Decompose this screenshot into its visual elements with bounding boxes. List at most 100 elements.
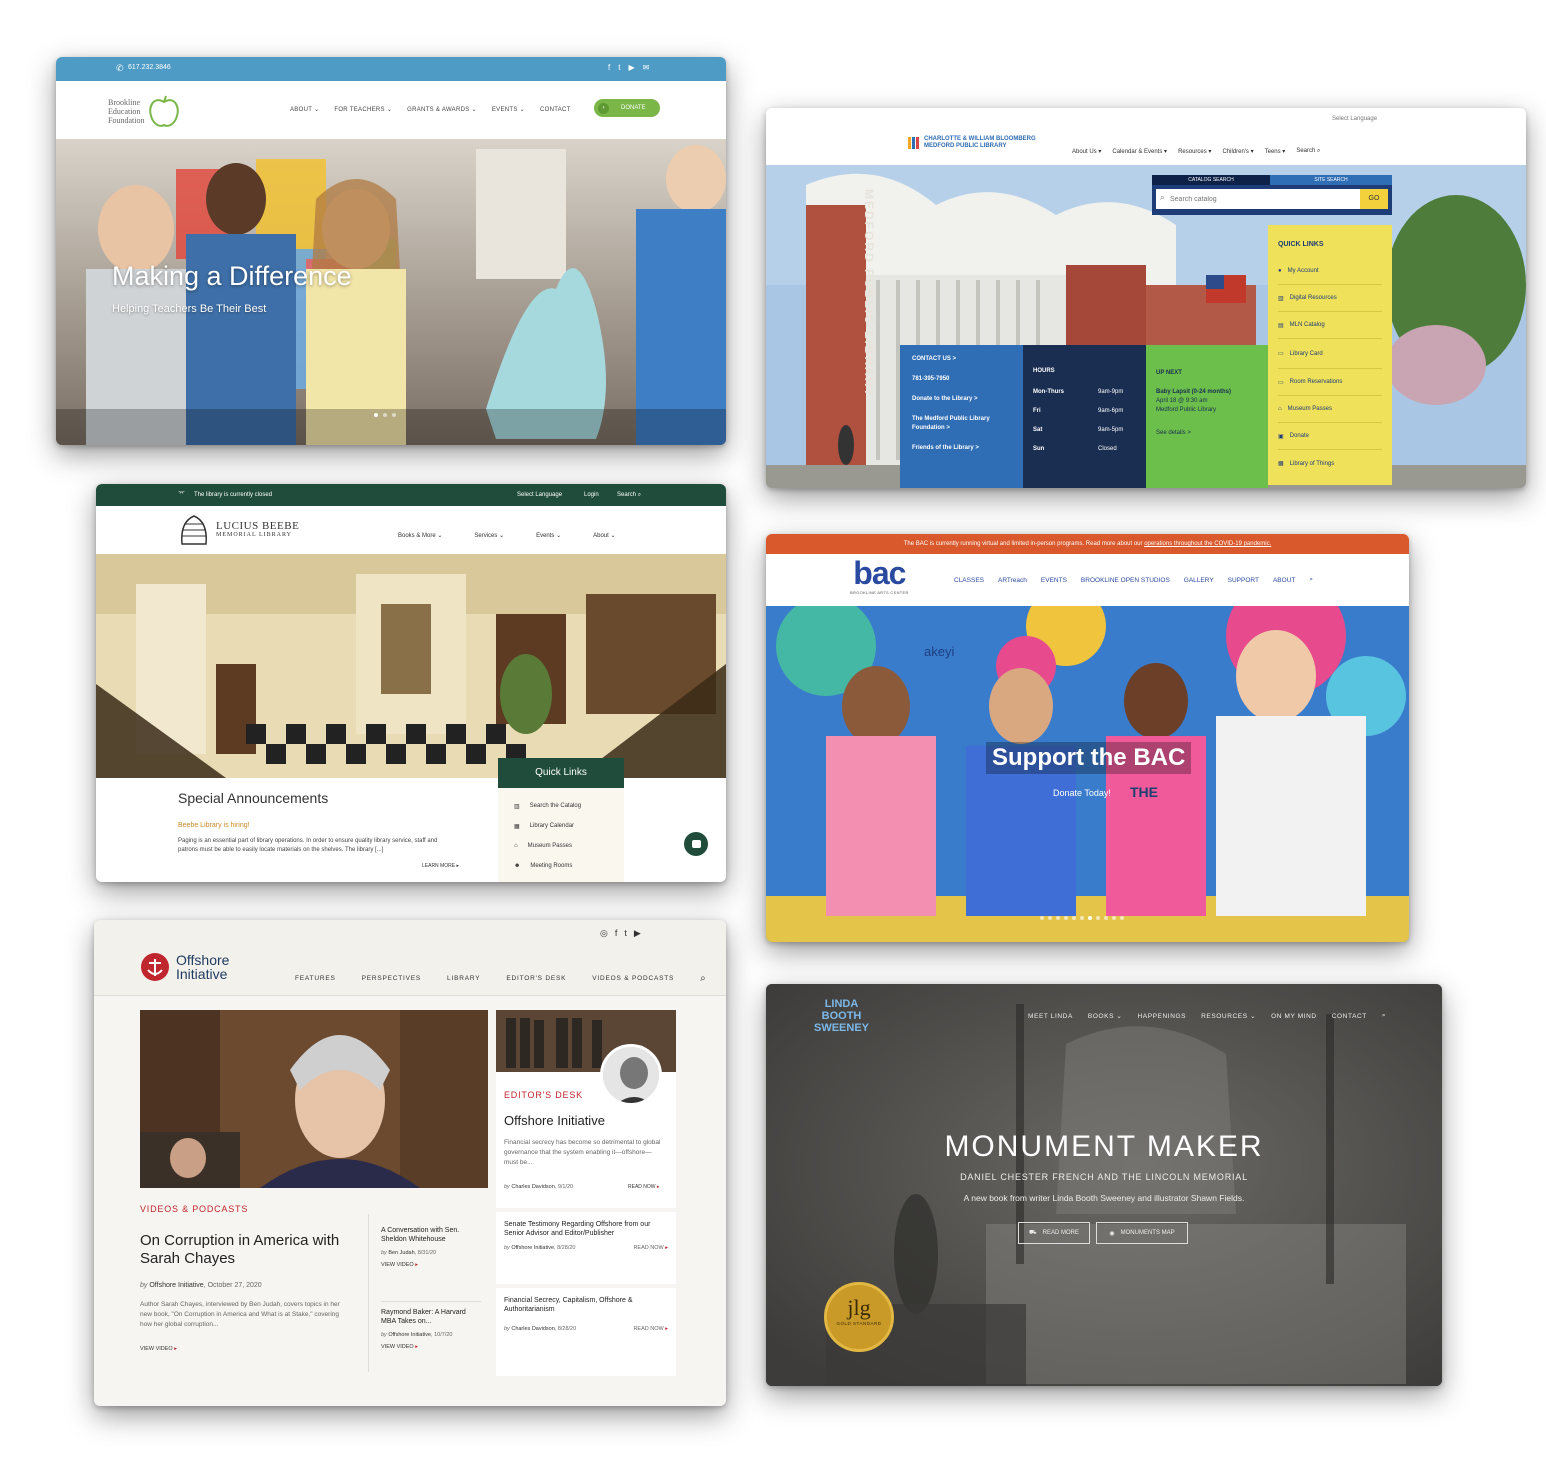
read-now-link[interactable]: READ NOW ▸ <box>633 1245 668 1251</box>
donate-library-link[interactable]: Donate to the Library > <box>912 395 1011 404</box>
youtube-icon[interactable]: ▶ <box>628 63 634 72</box>
nav-support[interactable]: SUPPORT <box>1228 577 1259 584</box>
chat-button[interactable] <box>684 832 708 856</box>
monuments-map-button[interactable]: ◉ MONUMENTS MAP <box>1096 1222 1188 1244</box>
feature-view-video[interactable]: VIEW VIDEO ▸ <box>140 1346 177 1352</box>
side-article[interactable]: Raymond Baker: A Harvard MBA Takes on...… <box>381 1302 481 1350</box>
nav-calendar-events[interactable]: Calendar & Events ▾ <box>1112 148 1167 155</box>
bef-logo[interactable]: Brookline Education Foundation <box>108 90 179 132</box>
nav-contact[interactable]: CONTACT <box>1332 1013 1367 1020</box>
quick-link-donate[interactable]: ▣ Donate <box>1278 423 1382 450</box>
medford-select-language[interactable]: Select Language <box>1332 116 1377 122</box>
quick-link-meeting-rooms[interactable]: ☻ Meeting Rooms <box>514 856 608 876</box>
nav-happenings[interactable]: HAPPENINGS <box>1137 1013 1186 1020</box>
nav-open-studios[interactable]: BROOKLINE OPEN STUDIOS <box>1081 577 1170 584</box>
quick-link-search-catalog[interactable]: ▥ Search the Catalog <box>514 796 608 816</box>
side-article-title[interactable]: A Conversation with Sen. Sheldon Whiteho… <box>381 1226 481 1244</box>
nav-for-teachers[interactable]: FOR TEACHERS ⌄ <box>334 106 392 113</box>
nav-gallery[interactable]: GALLERY <box>1184 577 1214 584</box>
upnext-event[interactable]: Baby Lapsit (0-24 months) <box>1156 388 1258 397</box>
tab-catalog-search[interactable]: CATALOG SEARCH <box>1152 175 1270 185</box>
nav-contact[interactable]: CONTACT <box>540 107 571 113</box>
feature-title[interactable]: On Corruption in America with Sarah Chay… <box>140 1232 360 1268</box>
nav-editors-desk[interactable]: EDITOR'S DESK <box>506 975 566 982</box>
learn-more-link[interactable]: LEARN MORE ▸ <box>422 863 478 869</box>
nav-teens[interactable]: Teens ▾ <box>1265 148 1286 155</box>
feature-category[interactable]: VIDEOS & PODCASTS <box>140 1204 248 1214</box>
nav-videos-podcasts[interactable]: VIDEOS & PODCASTS <box>592 975 674 982</box>
beebe-logo[interactable]: LUCIUS BEEBE MEMORIAL LIBRARY <box>178 512 299 546</box>
nav-about[interactable]: ABOUT ⌄ <box>290 106 319 113</box>
right-article[interactable]: Financial Secrecy, Capitalism, Offshore … <box>496 1288 676 1376</box>
bef-carousel-dots[interactable] <box>374 413 396 417</box>
contact-phone[interactable]: 781-395-7950 <box>912 375 1011 384</box>
upnext-details-link[interactable]: See details > <box>1156 429 1258 438</box>
beebe-search[interactable]: Search ⌕ <box>617 492 641 499</box>
nav-meet-linda[interactable]: MEET LINDA <box>1028 1013 1073 1020</box>
tab-site-search[interactable]: SITE SEARCH <box>1270 175 1392 185</box>
feature-author[interactable]: Offshore Initiative <box>149 1282 203 1289</box>
quick-link-library-calendar[interactable]: ▦ Library Calendar <box>514 816 608 836</box>
side-view-video[interactable]: VIEW VIDEO ▸ <box>381 1262 481 1268</box>
bac-logo[interactable]: bac BROOKLINE ARTS CENTER <box>850 556 909 595</box>
donate-button[interactable]: › DONATE <box>594 99 660 117</box>
nav-features[interactable]: FEATURES <box>295 975 336 982</box>
quick-link-museum-passes[interactable]: ⌂ Museum Passes <box>514 836 608 856</box>
hiring-headline[interactable]: Beebe Library is hiring! <box>178 822 478 829</box>
nav-books[interactable]: BOOKS ⌄ <box>1088 1012 1123 1020</box>
feature-video-thumbnail[interactable] <box>140 1010 488 1188</box>
read-more-button[interactable]: ⛟ READ MORE <box>1018 1222 1090 1244</box>
right-article[interactable]: Senate Testimony Regarding Offshore from… <box>496 1212 676 1284</box>
nav-library[interactable]: LIBRARY <box>447 975 480 982</box>
twitter-icon[interactable]: t <box>624 928 627 939</box>
bac-hero-subtitle[interactable]: Donate Today! <box>1053 788 1111 798</box>
offshore-logo[interactable]: Offshore Initiative <box>140 952 229 982</box>
quick-link-library-of-things[interactable]: ▦ Library of Things <box>1278 450 1382 477</box>
side-view-video[interactable]: VIEW VIDEO ▸ <box>381 1344 481 1350</box>
nav-artreach[interactable]: ARTreach <box>998 577 1027 584</box>
nav-about[interactable]: About ⌄ <box>593 532 615 539</box>
quick-link-mln-catalog[interactable]: ▤ MLN Catalog <box>1278 312 1382 339</box>
catalog-search-input[interactable] <box>1156 189 1360 209</box>
nav-events[interactable]: Events ⌄ <box>536 532 561 539</box>
side-article[interactable]: A Conversation with Sen. Sheldon Whiteho… <box>381 1226 481 1302</box>
quick-link-my-account[interactable]: ● My Account <box>1278 258 1382 285</box>
nav-perspectives[interactable]: PERSPECTIVES <box>362 975 421 982</box>
side-article-title[interactable]: Raymond Baker: A Harvard MBA Takes on... <box>381 1308 481 1326</box>
nav-classes[interactable]: CLASSES <box>954 577 984 584</box>
facebook-icon[interactable]: f <box>615 928 618 939</box>
nav-search[interactable]: Search ⌕ <box>1296 148 1320 155</box>
editor-read-now[interactable]: READ NOW ▸ <box>628 1184 659 1190</box>
search-icon[interactable]: ⌕ <box>1309 576 1313 584</box>
contact-us-link[interactable]: CONTACT US > <box>912 355 1011 364</box>
youtube-icon[interactable]: ▶ <box>634 928 641 939</box>
quick-link-digital-resources[interactable]: ▥ Digital Resources <box>1278 285 1382 312</box>
right-article-title[interactable]: Financial Secrecy, Capitalism, Offshore … <box>504 1296 664 1314</box>
nav-about[interactable]: ABOUT <box>1273 577 1295 584</box>
quick-link-room-reservations[interactable]: ▭ Room Reservations <box>1278 369 1382 396</box>
nav-services[interactable]: Services ⌄ <box>474 532 504 539</box>
nav-resources[interactable]: RESOURCES ⌄ <box>1201 1012 1256 1020</box>
medford-logo[interactable]: CHARLOTTE & WILLIAM BLOOMBERG MEDFORD PU… <box>908 136 1036 150</box>
go-button[interactable]: GO <box>1360 189 1388 209</box>
friends-link[interactable]: Friends of the Library > <box>912 444 1011 453</box>
search-icon[interactable]: ⌕ <box>700 973 706 984</box>
nav-childrens[interactable]: Children's ▾ <box>1222 148 1253 155</box>
nav-grants-awards[interactable]: GRANTS & AWARDS ⌄ <box>407 106 477 113</box>
bac-carousel-dots[interactable] <box>1040 916 1124 920</box>
nav-books-more[interactable]: Books & More ⌄ <box>398 532 442 539</box>
nav-about-us[interactable]: About Us ▾ <box>1072 148 1101 155</box>
quick-link-library-card[interactable]: ▭ Library Card <box>1278 339 1382 369</box>
sweeney-logo[interactable]: LINDA BOOTH SWEENEY <box>814 998 869 1034</box>
bef-phone[interactable]: 617.232.3846 <box>128 64 171 71</box>
mail-icon[interactable]: ✉ <box>643 63 650 72</box>
editor-title[interactable]: Offshore Initiative <box>504 1113 605 1128</box>
read-now-link[interactable]: READ NOW ▸ <box>633 1326 668 1332</box>
right-article-title[interactable]: Senate Testimony Regarding Offshore from… <box>504 1220 664 1238</box>
beebe-login[interactable]: Login <box>584 492 599 498</box>
instagram-icon[interactable]: ◎ <box>600 928 608 939</box>
foundation-link[interactable]: The Medford Public Library Foundation > <box>912 415 1011 433</box>
banner-link[interactable]: operations throughout the COVID-19 pande… <box>1144 541 1271 547</box>
nav-events[interactable]: EVENTS ⌄ <box>492 106 525 113</box>
nav-resources[interactable]: Resources ▾ <box>1178 148 1211 155</box>
